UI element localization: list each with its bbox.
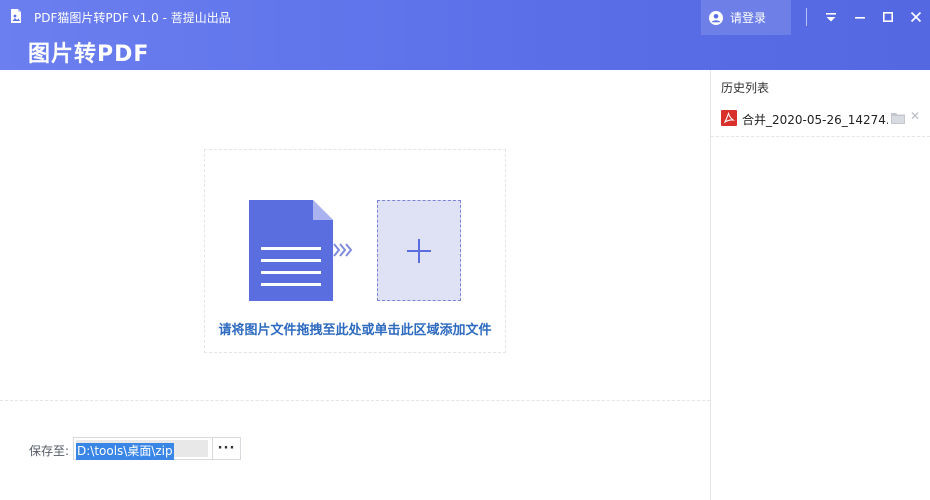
login-label: 请登录 [730, 11, 767, 25]
app-window: PDF猫图片转PDF v1.0 - 菩提山出品 图片转PDF 请登录 请将图片文… [0, 0, 930, 500]
app-logo-icon [11, 9, 21, 23]
close-icon [910, 11, 922, 23]
browse-button[interactable]: ··· [212, 437, 241, 460]
app-title: 图片转PDF [28, 42, 150, 67]
titlebar-divider [806, 8, 807, 26]
login-button[interactable]: 请登录 [701, 0, 791, 35]
menu-dropdown-icon [826, 13, 836, 22]
arrow-right-icon [333, 243, 353, 257]
document-icon [249, 200, 333, 301]
minimize-button[interactable] [849, 6, 871, 28]
section-divider [0, 400, 710, 401]
save-to-label: 保存至: [29, 444, 70, 458]
minimize-icon [855, 17, 865, 19]
main-panel: 请将图片文件拖拽至此处或单击此区域添加文件 保存至: D:\tools\桌面\z… [0, 70, 710, 500]
history-sidebar: 历史列表 合并_2020-05-26_14274... ✕ [710, 70, 930, 500]
add-file-button[interactable] [377, 200, 461, 301]
history-item-name: 合并_2020-05-26_14274... [742, 113, 888, 127]
menu-button[interactable] [820, 6, 842, 28]
drop-hint-text: 请将图片文件拖拽至此处或单击此区域添加文件 [218, 323, 492, 338]
header-bar: PDF猫图片转PDF v1.0 - 菩提山出品 图片转PDF 请登录 [0, 0, 930, 70]
history-title: 历史列表 [721, 81, 770, 95]
pdf-file-icon [721, 110, 737, 126]
save-path-value: D:\tools\桌面\zip [76, 443, 174, 460]
save-path-input[interactable]: D:\tools\桌面\zip [73, 437, 213, 460]
remove-history-icon[interactable]: ✕ [910, 109, 920, 123]
file-drop-zone[interactable]: 请将图片文件拖拽至此处或单击此区域添加文件 [204, 149, 506, 353]
maximize-button[interactable] [877, 6, 899, 28]
history-item[interactable]: 合并_2020-05-26_14274... ✕ [711, 107, 930, 137]
plus-icon [407, 238, 431, 263]
close-button[interactable] [905, 6, 927, 28]
maximize-icon [882, 11, 893, 22]
folder-icon[interactable] [891, 112, 905, 124]
user-icon [709, 10, 723, 25]
window-title: PDF猫图片转PDF v1.0 - 菩提山出品 [34, 11, 231, 25]
